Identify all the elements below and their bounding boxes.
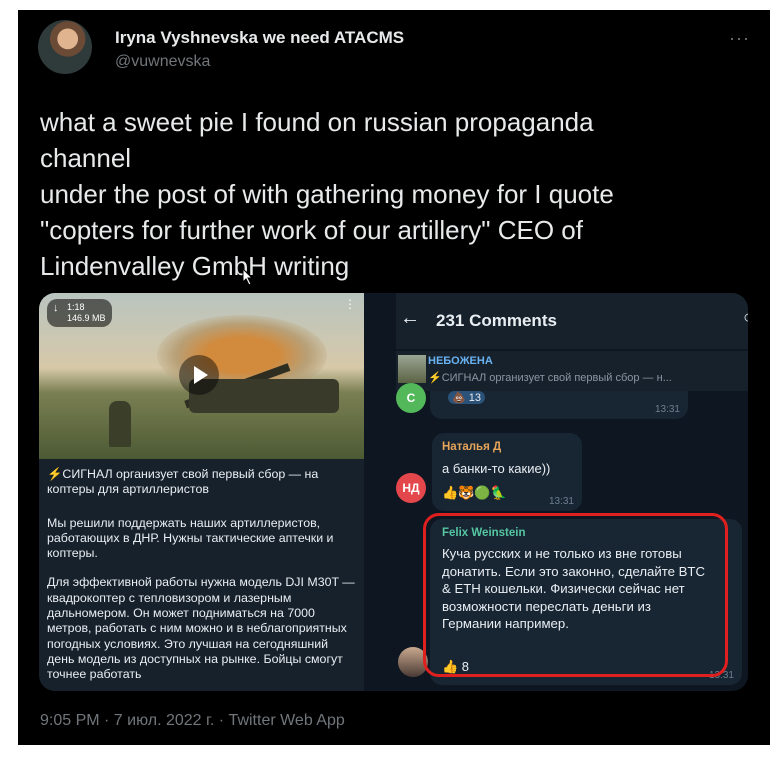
play-icon[interactable]: [179, 355, 219, 395]
avatar[interactable]: С: [396, 383, 426, 413]
pinned-snippet: ⚡СИГНАЛ организует свой первый сбор — н.…: [428, 372, 672, 384]
tweet-text-line: channel: [40, 143, 132, 173]
avatar[interactable]: [38, 20, 92, 74]
red-highlight-box: [423, 513, 728, 677]
comments-title: 231 Comments: [436, 311, 557, 330]
menu-dots-icon[interactable]: ⋮: [344, 297, 356, 311]
more-dots-icon[interactable]: ···: [729, 28, 750, 49]
comments-header: ← 231 Comments ○: [396, 293, 748, 349]
tweet-text-line: under the post of with gathering money f…: [40, 179, 614, 209]
reaction-poop[interactable]: 💩 13: [448, 391, 485, 404]
pinned-post[interactable]: НЕБОЖЕНА ⚡СИГНАЛ организует свой первый …: [396, 351, 748, 391]
download-icon: ↓: [53, 302, 59, 314]
tweet-timestamp[interactable]: 9:05 PM · 7 июл. 2022 г. · Twitter Web A…: [40, 712, 345, 730]
handle[interactable]: @vuwnevska: [115, 53, 210, 71]
mouse-cursor-icon: [242, 268, 254, 286]
tweet-card: Iryna Vyshnevska we need ATACMS @vuwnevs…: [18, 10, 770, 745]
video-duration: 1:18: [67, 302, 85, 312]
comment-text: а банки-то какие)): [442, 461, 551, 476]
tweet-text: what a sweet pie I found on russian prop…: [40, 104, 740, 284]
comment-sender[interactable]: Наталья Д: [442, 441, 501, 453]
comment-time: 13:31: [548, 496, 574, 507]
reactions[interactable]: 👍🐯🟢🦜: [442, 485, 507, 501]
post-paragraph: Мы решили поддержать наших артиллеристов…: [47, 515, 334, 561]
video-size: 146.9 MB: [67, 313, 106, 323]
post-title: ⚡СИГНАЛ организует свой первый сбор — на…: [47, 467, 319, 497]
artillery-photo[interactable]: ↓ 1:18 146.9 MB ⋮: [39, 293, 364, 459]
post-text: ⚡СИГНАЛ организует свой первый сбор — на…: [47, 467, 357, 691]
search-icon[interactable]: ○: [743, 307, 748, 328]
comment-time: 13:31: [654, 404, 680, 415]
post-paragraph: Для эффективной работы нужна модель DJI …: [47, 575, 355, 682]
tweet-text-line: Lindenvalley GmbH writing: [40, 251, 350, 281]
comment-bubble[interactable]: Наталья Д а банки-то какие)) 👍🐯🟢🦜 13:31: [432, 433, 582, 511]
video-badge[interactable]: ↓ 1:18 146.9 MB: [47, 299, 112, 327]
telegram-post: ↓ 1:18 146.9 MB ⋮ ⚡СИГНАЛ организует сво…: [39, 293, 364, 691]
display-name[interactable]: Iryna Vyshnevska we need ATACMS: [115, 28, 404, 48]
pinned-thumbnail: [398, 355, 426, 383]
avatar[interactable]: НД: [396, 473, 426, 503]
soldier: [109, 401, 131, 447]
comment-bubble[interactable]: 💩 13 13:31: [430, 391, 688, 419]
back-arrow-icon[interactable]: ←: [400, 307, 420, 330]
tweet-text-line: what a sweet pie I found on russian prop…: [40, 107, 594, 137]
tweet-text-line: "copters for further work of our artille…: [40, 215, 583, 245]
pinned-channel-name: НЕБОЖЕНА: [428, 355, 493, 367]
